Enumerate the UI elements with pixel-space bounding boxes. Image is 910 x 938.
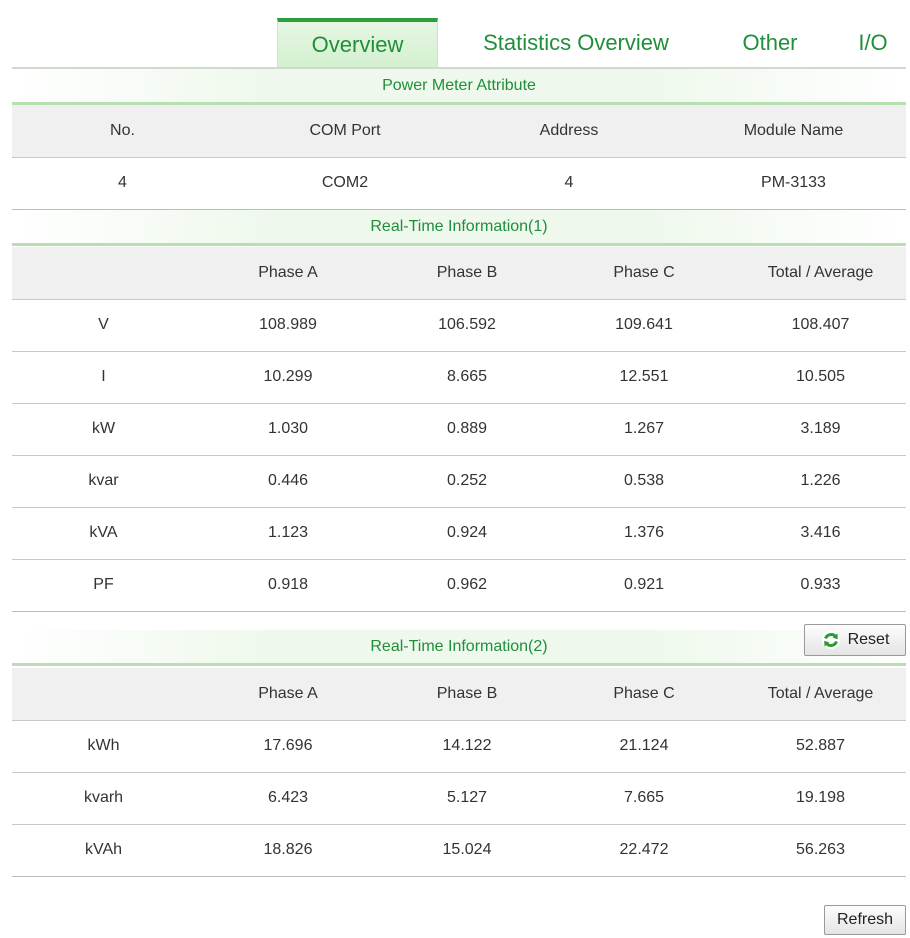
- header-cell: Phase A: [195, 247, 381, 300]
- header-cell: [12, 668, 195, 721]
- table-cell: 56.263: [735, 824, 906, 877]
- table-cell: COM2: [233, 157, 457, 210]
- section-realtime-2: Real-Time Information(2): [12, 630, 906, 666]
- table-cell: 0.921: [553, 559, 735, 612]
- tab-other[interactable]: Other: [718, 18, 822, 68]
- row-label: I: [12, 351, 195, 404]
- header-cell: Phase B: [381, 247, 553, 300]
- table-cell: 18.826: [195, 824, 381, 877]
- table-header-row: Phase A Phase B Phase C Total / Average: [12, 668, 906, 721]
- row-label: kVAh: [12, 824, 195, 877]
- table-cell: 1.267: [553, 403, 735, 456]
- table-cell: 17.696: [195, 720, 381, 773]
- table-cell: 0.933: [735, 559, 906, 612]
- section-title: Power Meter Attribute: [382, 76, 536, 94]
- row-label: kvar: [12, 455, 195, 508]
- table-cell: 3.416: [735, 507, 906, 560]
- table-cell: 1.226: [735, 455, 906, 508]
- table-cell: 7.665: [553, 772, 735, 825]
- table-cell: 10.299: [195, 351, 381, 404]
- table-cell: 0.924: [381, 507, 553, 560]
- tab-io[interactable]: I/O: [838, 18, 908, 68]
- table-cell: 21.124: [553, 720, 735, 773]
- header-cell: No.: [12, 105, 233, 158]
- realtime-2-table: Phase A Phase B Phase C Total / Average …: [12, 668, 906, 877]
- header-cell: Phase A: [195, 668, 381, 721]
- tab-overview[interactable]: Overview: [277, 18, 438, 68]
- tab-statistics-overview[interactable]: Statistics Overview: [448, 18, 704, 68]
- table-cell: 0.889: [381, 403, 553, 456]
- row-label: kvarh: [12, 772, 195, 825]
- refresh-button[interactable]: Refresh: [824, 905, 906, 935]
- reset-label: Reset: [847, 631, 890, 648]
- table-cell: 10.505: [735, 351, 906, 404]
- table-row: PF 0.918 0.962 0.921 0.933: [12, 559, 906, 612]
- header-cell: Phase C: [553, 668, 735, 721]
- table-cell: 0.538: [553, 455, 735, 508]
- table-cell: 1.123: [195, 507, 381, 560]
- section-power-meter-attribute: Power Meter Attribute: [12, 69, 906, 105]
- header-cell: Phase C: [553, 247, 735, 300]
- table-cell: PM-3133: [681, 157, 906, 210]
- table-cell: 0.252: [381, 455, 553, 508]
- section-title: Real-Time Information(1): [370, 217, 548, 235]
- table-cell: 8.665: [381, 351, 553, 404]
- table-row: kW 1.030 0.889 1.267 3.189: [12, 403, 906, 456]
- table-row: kvarh 6.423 5.127 7.665 19.198: [12, 772, 906, 825]
- row-label: kW: [12, 403, 195, 456]
- header-cell: Phase B: [381, 668, 553, 721]
- table-cell: 12.551: [553, 351, 735, 404]
- reset-button[interactable]: Reset: [804, 624, 906, 656]
- table-cell: 4: [12, 157, 233, 210]
- table-cell: 5.127: [381, 772, 553, 825]
- table-cell: 0.962: [381, 559, 553, 612]
- table-cell: 15.024: [381, 824, 553, 877]
- table-row: 4 COM2 4 PM-3133: [12, 157, 906, 210]
- section-realtime-1: Real-Time Information(1): [12, 210, 906, 246]
- row-label: PF: [12, 559, 195, 612]
- attribute-table: No. COM Port Address Module Name 4 COM2 …: [12, 105, 906, 210]
- table-cell: 109.641: [553, 299, 735, 352]
- table-cell: 14.122: [381, 720, 553, 773]
- table-row: kvar 0.446 0.252 0.538 1.226: [12, 455, 906, 508]
- header-cell: Module Name: [681, 105, 906, 158]
- table-header-row: Phase A Phase B Phase C Total / Average: [12, 247, 906, 300]
- table-header-row: No. COM Port Address Module Name: [12, 105, 906, 158]
- header-cell: Total / Average: [735, 668, 906, 721]
- section-title: Real-Time Information(2): [370, 637, 548, 655]
- table-row: V 108.989 106.592 109.641 108.407: [12, 299, 906, 352]
- table-cell: 3.189: [735, 403, 906, 456]
- row-label: V: [12, 299, 195, 352]
- table-cell: 0.446: [195, 455, 381, 508]
- table-cell: 108.989: [195, 299, 381, 352]
- table-cell: 22.472: [553, 824, 735, 877]
- table-cell: 106.592: [381, 299, 553, 352]
- tab-bar: Overview Statistics Overview Other I/O: [0, 0, 910, 69]
- realtime-1-table: Phase A Phase B Phase C Total / Average …: [12, 247, 906, 612]
- table-row: kWh 17.696 14.122 21.124 52.887: [12, 720, 906, 773]
- table-row: I 10.299 8.665 12.551 10.505: [12, 351, 906, 404]
- table-row: kVAh 18.826 15.024 22.472 56.263: [12, 824, 906, 877]
- table-cell: 6.423: [195, 772, 381, 825]
- header-cell: Address: [457, 105, 681, 158]
- table-cell: 1.376: [553, 507, 735, 560]
- header-cell: [12, 247, 195, 300]
- table-cell: 19.198: [735, 772, 906, 825]
- table-cell: 108.407: [735, 299, 906, 352]
- table-cell: 0.918: [195, 559, 381, 612]
- refresh-icon: [821, 631, 840, 649]
- table-cell: 4: [457, 157, 681, 210]
- row-label: kWh: [12, 720, 195, 773]
- header-cell: COM Port: [233, 105, 457, 158]
- table-cell: 52.887: [735, 720, 906, 773]
- row-label: kVA: [12, 507, 195, 560]
- table-row: kVA 1.123 0.924 1.376 3.416: [12, 507, 906, 560]
- table-cell: 1.030: [195, 403, 381, 456]
- header-cell: Total / Average: [735, 247, 906, 300]
